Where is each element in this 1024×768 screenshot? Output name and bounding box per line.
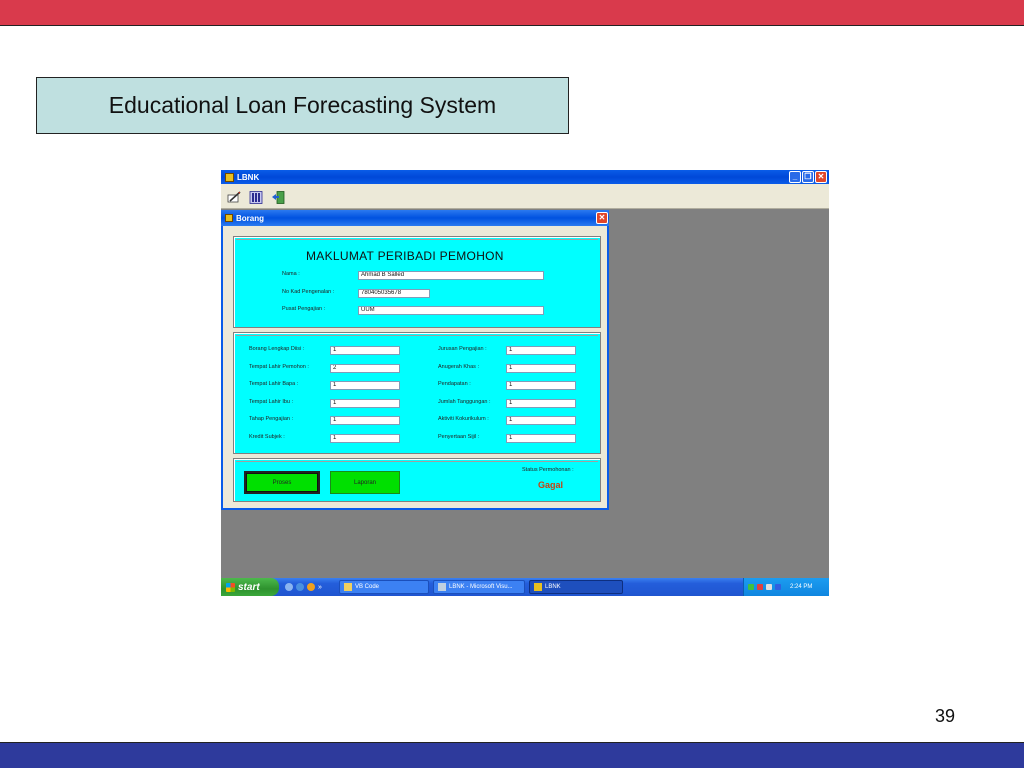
exit-door-icon (272, 191, 285, 204)
page-number: 39 (935, 706, 956, 726)
slide-bottom-bar (0, 742, 1024, 768)
borang-title: Borang (236, 213, 264, 223)
special-award-label: Anugerah Khas : (438, 364, 479, 370)
windows-logo-icon (226, 582, 235, 592)
browser-icon[interactable] (296, 583, 304, 591)
app-icon (225, 172, 234, 182)
course-field[interactable]: 1 (506, 346, 576, 355)
study-centre-label: Pusat Pengajian : (282, 306, 326, 312)
course-label: Jurusan Pengajian : (438, 346, 487, 352)
slide-top-bar (0, 0, 1024, 26)
security-icon[interactable] (757, 584, 763, 590)
window-controls: _ ❐ ✕ (789, 171, 827, 183)
restore-icon[interactable]: ❐ (802, 171, 814, 183)
app-title: LBNK (237, 172, 260, 182)
taskbar-item-vb-ide[interactable]: LBNK - Microsoft Visu... (433, 580, 525, 594)
borang-title-bar: Borang ✕ (221, 210, 609, 226)
complete-form-field[interactable]: 1 (330, 346, 400, 355)
cocurricular-label: Aktiviti Kokurikulum : (438, 416, 489, 422)
form-icon (225, 214, 233, 222)
certificate-field[interactable]: 1 (506, 434, 576, 443)
start-button[interactable]: start (221, 578, 279, 596)
minimize-icon[interactable]: _ (789, 171, 801, 183)
father-birthplace-label: Tempat Lahir Bapa : (249, 381, 299, 387)
subject-credit-label: Kredit Subjek : (249, 434, 285, 440)
income-field[interactable]: 1 (506, 381, 576, 390)
personal-info-panel: MAKLUMAT PERIBADI PEMOHON Nama : Ahmad B… (233, 236, 601, 328)
taskbar-item-label: LBNK (545, 584, 561, 590)
borang-window: Borang ✕ MAKLUMAT PERIBADI PEMOHON Nama … (221, 210, 609, 510)
taskbar: start » VB Code LBNK - Microsoft Visu...… (221, 578, 829, 596)
dependents-field[interactable]: 1 (506, 399, 576, 408)
taskbar-item-vb-code[interactable]: VB Code (339, 580, 429, 594)
app-toolbar (221, 184, 829, 209)
action-panel: Proses Laporan Status Permohonan : Gagal (233, 458, 601, 502)
messenger-icon[interactable] (775, 584, 781, 590)
report-button[interactable]: Laporan (330, 471, 400, 494)
slide-title: Educational Loan Forecasting System (36, 77, 569, 134)
toolbar-calculator-button[interactable] (245, 187, 265, 206)
app-screenshot: LBNK _ ❐ ✕ Borang ✕ MAKLUMAT PERIBADI PE… (221, 170, 829, 596)
ic-number-label: No Kad Pengenalan : (282, 289, 335, 295)
taskbar-item-label: LBNK - Microsoft Visu... (449, 584, 513, 590)
taskbar-item-lbnk[interactable]: LBNK (529, 580, 623, 594)
status-label: Status Permohonan : (522, 467, 574, 473)
folder-icon (344, 583, 352, 591)
panel-divider (236, 239, 598, 240)
close-icon[interactable]: ✕ (815, 171, 827, 183)
clock: 2:24 PM (790, 584, 813, 590)
close-icon[interactable]: ✕ (596, 212, 608, 224)
desktop-icon[interactable] (285, 583, 293, 591)
applicant-birthplace-field[interactable]: 2 (330, 364, 400, 373)
applicant-birthplace-label: Tempat Lahir Pemohon : (249, 364, 309, 370)
taskbar-item-label: VB Code (355, 584, 380, 590)
form-heading: MAKLUMAT PERIBADI PEMOHON (306, 249, 504, 263)
ic-number-field[interactable]: 780405035678 (358, 289, 430, 298)
study-level-field[interactable]: 1 (330, 416, 400, 425)
form-pen-icon (227, 191, 241, 203)
panel-divider (236, 335, 598, 336)
process-button[interactable]: Proses (244, 471, 320, 494)
slide: Educational Loan Forecasting System LBNK… (0, 0, 1024, 768)
system-tray: 2:24 PM (743, 578, 829, 596)
status-value: Gagal (538, 480, 564, 490)
father-birthplace-field[interactable]: 1 (330, 381, 400, 390)
start-label: start (238, 581, 260, 593)
mother-birthplace-field[interactable]: 1 (330, 399, 400, 408)
certificate-label: Penyertaan Sijil : (438, 434, 480, 440)
criteria-panel: Borang Lengkap Diisi : 1 Tempat Lahir Pe… (233, 332, 601, 454)
quick-launch: » (285, 583, 322, 591)
volume-icon[interactable] (766, 584, 772, 590)
subject-credit-field[interactable]: 1 (330, 434, 400, 443)
complete-form-label: Borang Lengkap Diisi : (249, 346, 305, 352)
app-icon (534, 583, 542, 591)
study-centre-field[interactable]: UUM (358, 306, 544, 315)
mother-birthplace-label: Tempat Lahir Ibu : (249, 399, 294, 405)
special-award-field[interactable]: 1 (506, 364, 576, 373)
media-icon[interactable] (307, 583, 315, 591)
nama-field[interactable]: Ahmad B Salled (358, 271, 544, 280)
cocurricular-field[interactable]: 1 (506, 416, 576, 425)
income-label: Pendapatan : (438, 381, 471, 387)
network-icon[interactable] (748, 584, 754, 590)
dependents-label: Jumlah Tanggungan : (438, 399, 491, 405)
visual-basic-icon (438, 583, 446, 591)
app-title-bar: LBNK _ ❐ ✕ (221, 170, 829, 184)
toolbar-exit-button[interactable] (267, 187, 287, 206)
nama-label: Nama : (282, 271, 300, 277)
quick-launch-more[interactable]: » (318, 584, 322, 591)
panel-divider (236, 461, 598, 462)
study-level-label: Tahap Pengajian : (249, 416, 294, 422)
toolbar-form-button[interactable] (223, 187, 243, 206)
calculator-icon (249, 191, 263, 204)
